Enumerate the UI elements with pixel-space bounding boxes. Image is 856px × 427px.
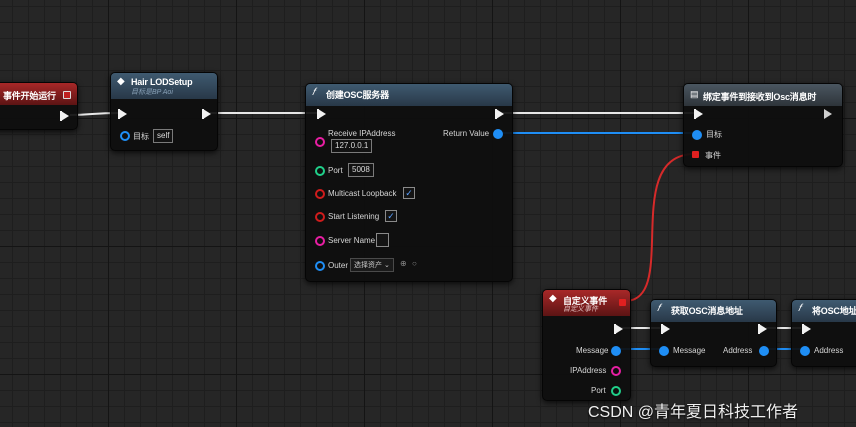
exec-output-pin[interactable] bbox=[202, 109, 211, 119]
function-icon: 𝑓 bbox=[312, 87, 316, 98]
message-input-pin[interactable] bbox=[659, 346, 669, 356]
receive-ip-pin[interactable] bbox=[315, 137, 325, 147]
exec-input-pin[interactable] bbox=[802, 324, 811, 334]
node-title: 绑定事件到接收到Osc消息时 bbox=[703, 92, 817, 102]
port-label: Port bbox=[591, 386, 606, 395]
exec-input-pin[interactable] bbox=[317, 109, 326, 119]
delegate-output-pin[interactable] bbox=[63, 91, 71, 99]
ip-address-label: IPAddress bbox=[570, 366, 607, 375]
node-title: 创建OSC服务器 bbox=[326, 90, 389, 100]
return-value-pin[interactable] bbox=[493, 129, 503, 139]
receive-ip-field[interactable]: 127.0.0.1 bbox=[331, 139, 373, 153]
message-label: Message bbox=[576, 346, 609, 355]
node-title: 获取OSC消息地址 bbox=[671, 306, 743, 316]
receive-ip-label: Receive IPAddress bbox=[328, 129, 396, 138]
custom-event-node[interactable]: ◆ 自定义事件 自定义事件 Message IPAddress Port bbox=[542, 289, 631, 401]
convert-osc-address-node[interactable]: 𝑓 将OSC地址 Address bbox=[791, 299, 856, 367]
server-name-label: Server Name bbox=[328, 236, 376, 245]
port-output-pin[interactable] bbox=[611, 386, 621, 396]
node-header[interactable]: 事件开始运行 bbox=[0, 83, 77, 105]
bind-event-osc-node[interactable]: ▤ 绑定事件到接收到Osc消息时 目标 事件 bbox=[683, 83, 843, 167]
watermark: CSDN @青年夏日科技工作者 bbox=[588, 404, 799, 421]
get-osc-address-node[interactable]: 𝑓 获取OSC消息地址 Message Address bbox=[650, 299, 777, 367]
exec-output-pin[interactable] bbox=[614, 324, 623, 334]
target-self-field[interactable]: self bbox=[153, 129, 174, 143]
exec-output-pin[interactable] bbox=[495, 109, 504, 119]
target-label: 目标 bbox=[133, 132, 149, 141]
exec-input-pin[interactable] bbox=[661, 324, 670, 334]
address-label: Address bbox=[723, 346, 753, 355]
exec-output-pin[interactable] bbox=[758, 324, 767, 334]
server-name-field[interactable] bbox=[376, 233, 389, 247]
node-header[interactable]: ▤ 绑定事件到接收到Osc消息时 bbox=[684, 84, 842, 106]
exec-input-pin[interactable] bbox=[694, 109, 703, 119]
multicast-checkbox[interactable]: ✓ bbox=[403, 187, 415, 199]
hair-lod-setup-node[interactable]: ◆ Hair LODSetup 目标是BP Aoi 目标 self bbox=[110, 72, 218, 151]
outer-dropdown-value: 选择资产 bbox=[354, 262, 382, 269]
outer-pin[interactable] bbox=[315, 261, 325, 271]
return-value-label: Return Value bbox=[443, 129, 490, 138]
exec-input-pin[interactable] bbox=[118, 109, 127, 119]
node-header[interactable]: 𝑓 将OSC地址 bbox=[792, 300, 856, 322]
function-icon: ◆ bbox=[117, 76, 125, 87]
port-pin[interactable] bbox=[315, 166, 325, 176]
event-begin-play-node[interactable]: 事件开始运行 bbox=[0, 82, 78, 130]
multicast-pin[interactable] bbox=[315, 189, 325, 199]
create-osc-server-node[interactable]: 𝑓 创建OSC服务器 Receive IPAddress 127.0.0.1 R… bbox=[305, 83, 513, 282]
exec-output-pin[interactable] bbox=[60, 111, 69, 121]
target-input-pin[interactable] bbox=[692, 130, 702, 140]
exec-output-pin[interactable] bbox=[824, 109, 832, 119]
address-label: Address bbox=[814, 346, 844, 355]
node-title: Hair LODSetup bbox=[131, 77, 193, 87]
port-field[interactable]: 5008 bbox=[348, 163, 374, 177]
chevron-down-icon: ⌄ bbox=[383, 262, 390, 269]
node-title: 事件开始运行 bbox=[3, 91, 56, 101]
bind-event-icon: ▤ bbox=[690, 89, 699, 99]
event-label: 事件 bbox=[705, 151, 721, 160]
browse-asset-icon[interactable]: ○ bbox=[412, 259, 417, 268]
outer-asset-dropdown[interactable]: 选择资产 ⌄ bbox=[350, 258, 394, 272]
port-label: Port bbox=[328, 166, 343, 175]
event-input-pin[interactable] bbox=[692, 151, 699, 158]
server-name-pin[interactable] bbox=[315, 236, 325, 246]
node-header[interactable]: ◆ 自定义事件 自定义事件 bbox=[543, 290, 630, 316]
message-label: Message bbox=[673, 346, 706, 355]
node-subtitle: 目标是BP Aoi bbox=[131, 89, 173, 96]
target-label: 目标 bbox=[706, 130, 722, 139]
delegate-output-pin[interactable] bbox=[619, 299, 626, 306]
node-header[interactable]: 𝑓 创建OSC服务器 bbox=[306, 84, 512, 106]
address-input-pin[interactable] bbox=[800, 346, 810, 356]
node-header[interactable]: 𝑓 获取OSC消息地址 bbox=[651, 300, 776, 322]
start-listening-pin[interactable] bbox=[315, 212, 325, 222]
start-listening-checkbox[interactable]: ✓ bbox=[385, 210, 397, 222]
target-input-pin[interactable] bbox=[120, 131, 130, 141]
node-header[interactable]: ◆ Hair LODSetup 目标是BP Aoi bbox=[111, 73, 217, 99]
delegate-wire-event bbox=[624, 153, 695, 302]
message-output-pin[interactable] bbox=[611, 346, 621, 356]
node-title: 将OSC地址 bbox=[812, 306, 856, 316]
multicast-label: Multicast Loopback bbox=[328, 189, 397, 198]
outer-label: Outer bbox=[328, 261, 349, 270]
function-icon: 𝑓 bbox=[657, 303, 661, 314]
start-listening-label: Start Listening bbox=[328, 212, 380, 221]
use-selected-asset-icon[interactable]: ⊕ bbox=[400, 259, 407, 268]
address-output-pin[interactable] bbox=[759, 346, 769, 356]
function-icon: 𝑓 bbox=[798, 303, 802, 314]
ip-address-output-pin[interactable] bbox=[611, 366, 621, 376]
node-subtitle: 自定义事件 bbox=[563, 306, 598, 313]
event-icon: ◆ bbox=[549, 293, 557, 304]
